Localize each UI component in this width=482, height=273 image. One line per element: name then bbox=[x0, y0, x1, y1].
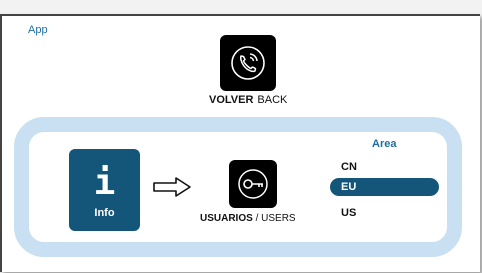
back-label: VOLVER BACK bbox=[209, 94, 287, 106]
area-title: Area bbox=[372, 138, 397, 150]
back-label-en: BACK bbox=[257, 94, 288, 106]
back-label-es: VOLVER bbox=[209, 94, 254, 106]
right-arrow-icon bbox=[153, 177, 191, 197]
app-label: App bbox=[28, 24, 48, 36]
users-button[interactable] bbox=[229, 160, 277, 208]
info-icon: i bbox=[93, 162, 116, 203]
back-button[interactable] bbox=[220, 35, 276, 91]
area-option-cn[interactable]: CN bbox=[330, 158, 439, 176]
key-icon bbox=[238, 169, 268, 199]
users-label-separator: / bbox=[255, 213, 259, 224]
phone-call-icon bbox=[231, 46, 265, 80]
info-button[interactable]: i Info bbox=[69, 149, 140, 231]
info-label: Info bbox=[94, 207, 115, 219]
users-label-es: USUARIOS bbox=[200, 213, 253, 224]
area-option-eu[interactable]: EU bbox=[330, 178, 439, 196]
users-label-en: USERS bbox=[261, 213, 296, 224]
users-label: USUARIOS / USERS bbox=[200, 213, 296, 224]
area-option-us[interactable]: US bbox=[330, 204, 439, 222]
